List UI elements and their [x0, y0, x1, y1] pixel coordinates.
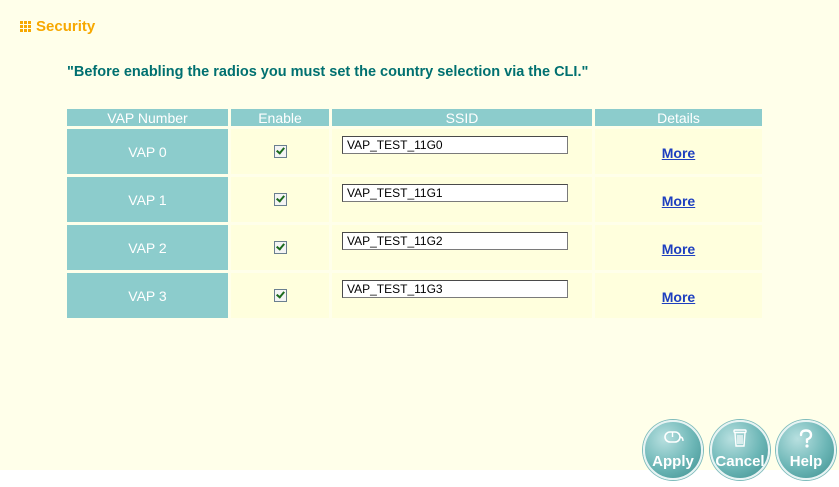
ssid-input[interactable] [342, 279, 568, 298]
ssid-cell [332, 129, 592, 174]
cancel-button[interactable]: Cancel [710, 420, 770, 480]
column-header-details: Details [595, 109, 762, 126]
enable-checkbox[interactable] [273, 240, 287, 254]
more-link[interactable]: More [662, 289, 695, 305]
vap-number-cell: VAP 2 [67, 225, 228, 270]
cancel-label: Cancel [715, 453, 765, 470]
column-header-vap-number: VAP Number [67, 109, 228, 126]
section-title: Security [36, 18, 96, 35]
apply-button[interactable]: Apply [643, 420, 703, 480]
ssid-cell [332, 225, 592, 270]
more-link[interactable]: More [662, 193, 695, 209]
vap-number-cell: VAP 3 [67, 273, 228, 318]
section-header: Security [20, 18, 95, 35]
enable-cell [231, 273, 329, 318]
column-header-enable: Enable [231, 109, 329, 126]
help-button[interactable]: Help [776, 420, 836, 480]
more-link[interactable]: More [662, 241, 695, 257]
vap-number-cell: VAP 0 [67, 129, 228, 174]
help-label: Help [789, 453, 823, 470]
trash-icon [733, 429, 747, 447]
table-row: VAP 2 More [67, 225, 762, 270]
table-row: VAP 1 More [67, 177, 762, 222]
question-icon [799, 429, 813, 448]
enable-cell [231, 129, 329, 174]
grid-icon [20, 21, 31, 32]
vap-number-cell: VAP 1 [67, 177, 228, 222]
more-link[interactable]: More [662, 145, 695, 161]
table-row: VAP 0 More [67, 129, 762, 174]
enable-checkbox[interactable] [273, 192, 287, 206]
enable-cell [231, 225, 329, 270]
ssid-input[interactable] [342, 183, 568, 202]
enable-checkbox[interactable] [273, 144, 287, 158]
details-cell: More [595, 225, 762, 270]
details-cell: More [595, 177, 762, 222]
ssid-input[interactable] [342, 231, 568, 250]
enable-cell [231, 177, 329, 222]
details-cell: More [595, 273, 762, 318]
table-row: VAP 3 More [67, 273, 762, 318]
column-header-ssid: SSID [332, 109, 592, 126]
apply-label: Apply [652, 453, 694, 470]
vap-table: VAP Number Enable SSID Details VAP 0 Mor… [64, 106, 765, 321]
details-cell: More [595, 129, 762, 174]
ssid-input[interactable] [342, 135, 568, 154]
enable-checkbox[interactable] [273, 288, 287, 302]
mouse-icon [664, 431, 684, 443]
ssid-cell [332, 273, 592, 318]
ssid-cell [332, 177, 592, 222]
table-header-row: VAP Number Enable SSID Details [67, 109, 762, 126]
security-panel: Security "Before enabling the radios you… [0, 0, 839, 480]
country-notice: "Before enabling the radios you must set… [67, 64, 589, 80]
